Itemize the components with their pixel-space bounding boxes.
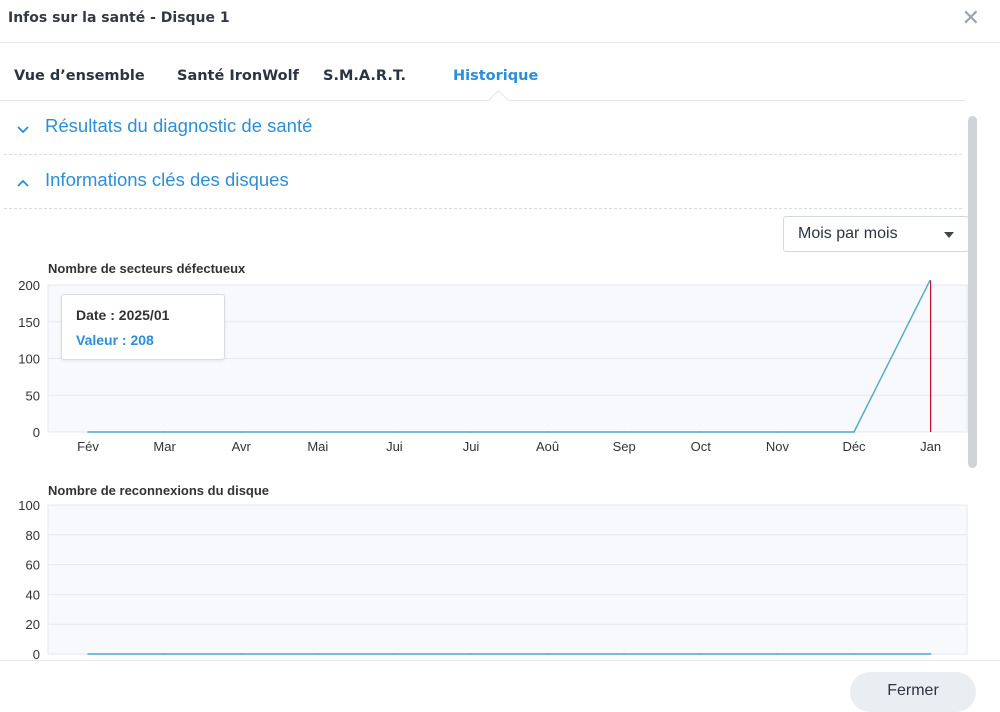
x-tick-label: Déc (842, 439, 866, 454)
y-tick-label: 100 (18, 352, 40, 367)
period-select[interactable]: Mois par mois (783, 216, 969, 252)
x-tick-label: Sep (613, 439, 636, 454)
dialog-header: Infos sur la santé - Disque 1 ✕ (0, 0, 1000, 43)
data-point (470, 431, 472, 433)
section-label: Résultats du diagnostic de santé (45, 115, 313, 136)
data-point (546, 653, 549, 655)
data-point (776, 653, 779, 655)
y-tick-label: 20 (26, 617, 40, 632)
x-tick-label: Aoû (536, 439, 559, 454)
y-tick-label: 80 (26, 528, 40, 543)
tooltip-value: Valeur : 208 (76, 332, 154, 348)
y-tick-label: 50 (26, 388, 40, 403)
y-tick-label: 40 (26, 587, 40, 602)
reconnections-chart: 020406080100 (18, 498, 968, 662)
plot-area (47, 504, 968, 655)
x-tick-label: Avr (232, 439, 252, 454)
data-point (853, 653, 855, 655)
vertical-scrollbar[interactable] (968, 116, 977, 468)
data-point (240, 431, 242, 433)
data-point (623, 653, 625, 655)
y-tick-label: 200 (18, 280, 40, 293)
close-icon[interactable]: ✕ (962, 6, 980, 30)
section-health-diagnostic[interactable]: Résultats du diagnostic de santé (4, 106, 962, 155)
data-point (240, 653, 242, 655)
close-button[interactable]: Fermer (850, 672, 976, 712)
caret-down-icon (944, 232, 954, 238)
period-select-value: Mois par mois (798, 225, 898, 242)
y-tick-label: 60 (26, 558, 40, 573)
data-point (393, 653, 396, 655)
data-point (393, 431, 396, 433)
data-point (163, 653, 166, 655)
tab-history[interactable]: Historique (453, 68, 538, 84)
tooltip-date: Date : 2025/01 (76, 307, 170, 323)
chart-title-bad-sectors: Nombre de secteurs défectueux (48, 261, 246, 276)
dialog-title: Infos sur la santé - Disque 1 (8, 10, 230, 26)
data-point (623, 431, 625, 433)
tab-ironwolf-health[interactable]: Santé IronWolf (177, 68, 299, 84)
x-tick-label: Nov (766, 439, 790, 454)
data-point (700, 431, 702, 433)
x-tick-label: Jan (920, 439, 941, 454)
tab-bar: Vue d’ensemble Santé IronWolf S.M.A.R.T.… (0, 42, 966, 112)
dialog-footer: Fermer (0, 660, 1000, 712)
data-point (929, 653, 932, 655)
data-point (470, 653, 472, 655)
x-tick-label: Fév (77, 439, 99, 454)
section-label: Informations clés des disques (45, 169, 289, 190)
data-point (87, 431, 89, 433)
chart-title-reconnections: Nombre de reconnexions du disque (48, 483, 270, 498)
x-tick-label: Mai (307, 439, 328, 454)
chart-tooltip: Date : 2025/01 Valeur : 208 (61, 294, 225, 360)
tab-overview[interactable]: Vue d’ensemble (14, 68, 145, 84)
x-tick-label: Oct (691, 439, 712, 454)
chevron-up-icon (17, 179, 29, 187)
y-tick-label: 0 (33, 425, 40, 440)
y-tick-label: 100 (18, 498, 40, 513)
x-tick-label: Jui (463, 439, 480, 454)
data-point (546, 431, 549, 433)
data-point (853, 431, 855, 433)
data-point (163, 431, 166, 433)
data-point (317, 653, 319, 655)
chevron-down-icon (17, 126, 29, 134)
data-point (776, 431, 779, 433)
data-point (87, 653, 89, 655)
x-tick-label: Mar (153, 439, 176, 454)
y-tick-label: 150 (18, 315, 40, 330)
data-point (700, 653, 702, 655)
x-tick-label: Jui (386, 439, 403, 454)
data-point (317, 431, 319, 433)
tab-smart[interactable]: S.M.A.R.T. (323, 68, 406, 84)
section-key-disk-info[interactable]: Informations clés des disques (4, 160, 962, 209)
